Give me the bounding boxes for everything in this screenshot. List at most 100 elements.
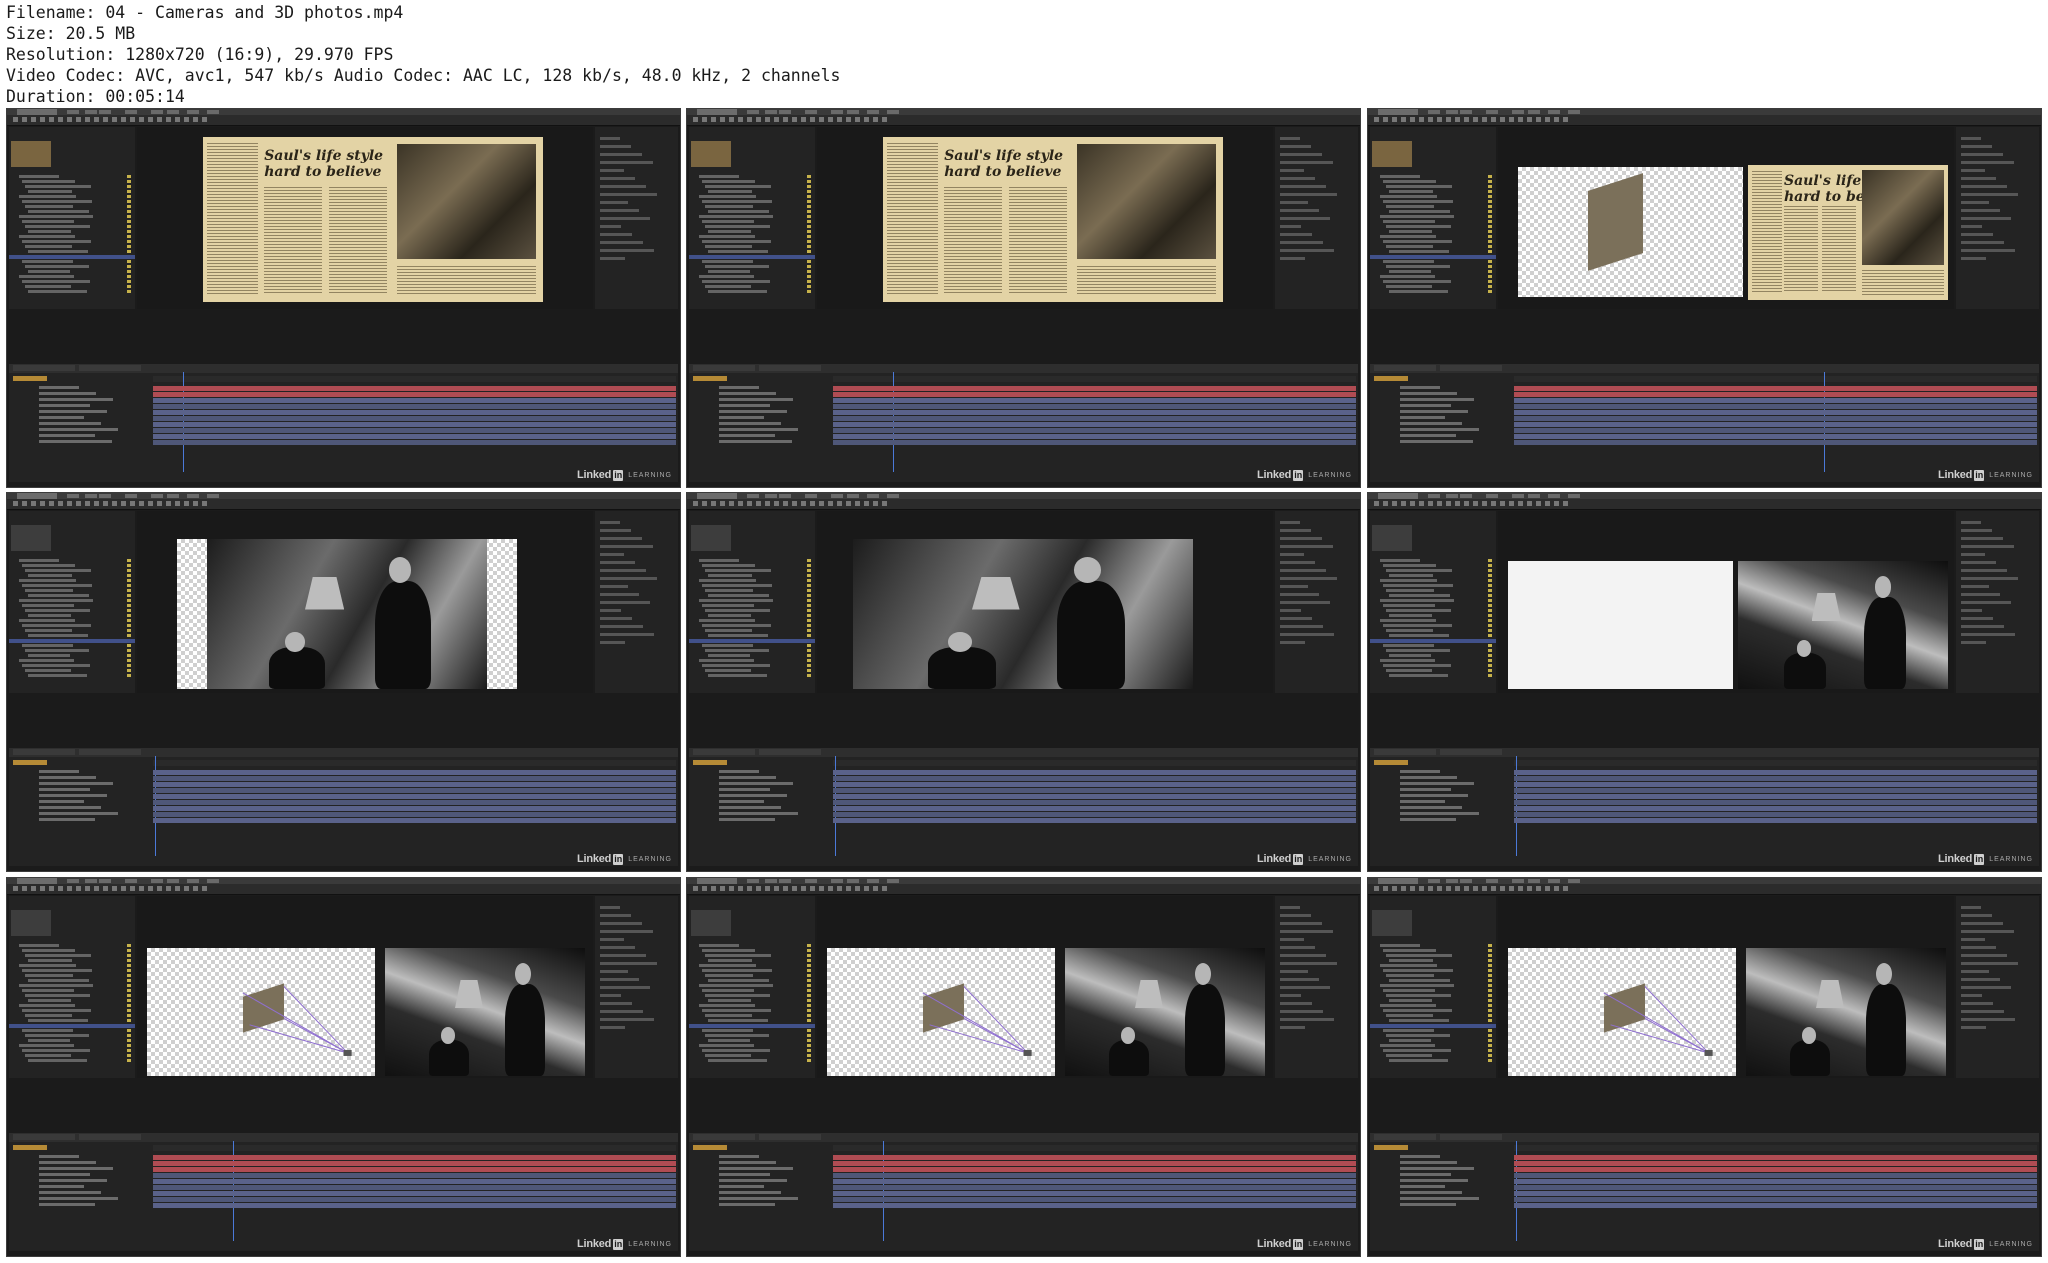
layer-name — [719, 800, 764, 803]
layer-name — [39, 1197, 118, 1200]
label-color — [807, 1014, 811, 1017]
label-color — [127, 1059, 131, 1062]
selected-project-item — [1370, 255, 1496, 259]
text-column — [944, 186, 1002, 294]
tool-icon — [1392, 117, 1397, 122]
panel-row — [600, 922, 642, 925]
label-color — [1488, 979, 1492, 982]
tool-icon — [1491, 501, 1496, 506]
project-item — [28, 290, 87, 293]
project-item — [708, 634, 768, 637]
project-item — [1389, 959, 1433, 962]
project-item — [708, 959, 752, 962]
layer-duration-bar — [833, 812, 1356, 817]
project-item — [25, 669, 71, 672]
tool-icon — [1500, 886, 1505, 891]
project-item — [1383, 1009, 1452, 1012]
video-frame-thumbnail: Linked in LEARNING — [6, 877, 681, 1257]
layer-duration-bar — [153, 776, 676, 781]
layer-duration-bar — [833, 800, 1356, 805]
linkedin-brand-text: Linked — [1937, 1238, 1973, 1250]
newspaper-photo — [396, 143, 537, 260]
project-item — [1380, 175, 1420, 178]
layer-name — [39, 812, 118, 815]
panel-row — [1280, 906, 1300, 909]
project-panel — [9, 511, 135, 693]
panel-row — [1280, 946, 1315, 949]
person-silhouette — [1784, 653, 1827, 689]
tool-icon — [1419, 501, 1424, 506]
tool-icon — [94, 886, 99, 891]
label-color — [807, 974, 811, 977]
label-color — [1488, 220, 1492, 223]
layer-name — [1400, 416, 1445, 419]
panel-row — [1280, 585, 1308, 588]
tool-icon — [855, 886, 860, 891]
layer-name — [39, 1203, 95, 1206]
video-frame-thumbnail: Linked in LEARNING — [686, 877, 1361, 1257]
layer-duration-bar — [1514, 1173, 2037, 1178]
tool-icon — [1554, 886, 1559, 891]
tool-icon — [864, 886, 869, 891]
label-color — [1488, 619, 1492, 622]
linkedin-brand-text: Linked — [576, 853, 612, 865]
label-color — [1488, 290, 1492, 293]
layer-bars — [153, 770, 676, 850]
menu-item — [779, 879, 791, 883]
menu-item — [1446, 494, 1458, 498]
layer-bars — [833, 386, 1356, 466]
tool-icon — [1410, 117, 1415, 122]
effects-presets-panel — [1275, 511, 1358, 693]
composition-viewer: Saul's life style hard to believe — [137, 127, 593, 309]
panel-row — [1961, 137, 1981, 140]
linkedin-in-logo: in — [613, 1238, 624, 1250]
panel-row — [1280, 577, 1337, 580]
project-item — [19, 275, 74, 278]
panel-row — [1961, 633, 2015, 636]
tool-icon — [31, 886, 36, 891]
label-color — [1488, 180, 1492, 183]
current-time-display — [13, 760, 47, 765]
layer-duration-bar — [153, 1203, 676, 1208]
menu-item — [207, 494, 219, 498]
label-color — [127, 180, 131, 183]
tool-icon — [693, 886, 698, 891]
project-item — [1380, 195, 1437, 198]
tool-icon — [837, 886, 842, 891]
layer-duration-bar — [833, 776, 1356, 781]
layer-name — [39, 1191, 101, 1194]
project-item — [1386, 1034, 1450, 1037]
panel-row — [1280, 938, 1304, 941]
tool-icon — [103, 501, 108, 506]
label-color — [807, 579, 811, 582]
tool-icon — [783, 501, 788, 506]
layer-name — [1400, 776, 1457, 779]
project-item — [28, 190, 72, 193]
panel-row — [1961, 241, 2004, 244]
panel-row — [1961, 217, 2011, 220]
layer-name — [39, 410, 107, 413]
tool-icon — [130, 501, 135, 506]
person-silhouette — [375, 581, 431, 689]
menu-item — [867, 879, 879, 883]
time-ruler — [833, 756, 1356, 856]
panel-row — [1280, 569, 1326, 572]
tool-icon — [837, 501, 842, 506]
tool-icon — [1536, 501, 1541, 506]
menu-item — [765, 494, 777, 498]
panel-row — [1961, 225, 1982, 228]
tool-icon — [1401, 117, 1406, 122]
layer-duration-bar — [1514, 1185, 2037, 1190]
panel-row — [1961, 577, 2018, 580]
project-item — [705, 629, 752, 632]
label-color — [1488, 629, 1492, 632]
project-item — [702, 989, 754, 992]
person-face — [1876, 963, 1892, 986]
layer-bars — [1514, 386, 2037, 466]
panel-row — [600, 145, 631, 148]
project-item — [19, 964, 76, 967]
composition-viewer: Saul's life style hard to believe — [817, 127, 1273, 309]
linkedin-in-logo: in — [1293, 853, 1304, 865]
project-item — [19, 1044, 74, 1047]
layer-name — [719, 1203, 775, 1206]
